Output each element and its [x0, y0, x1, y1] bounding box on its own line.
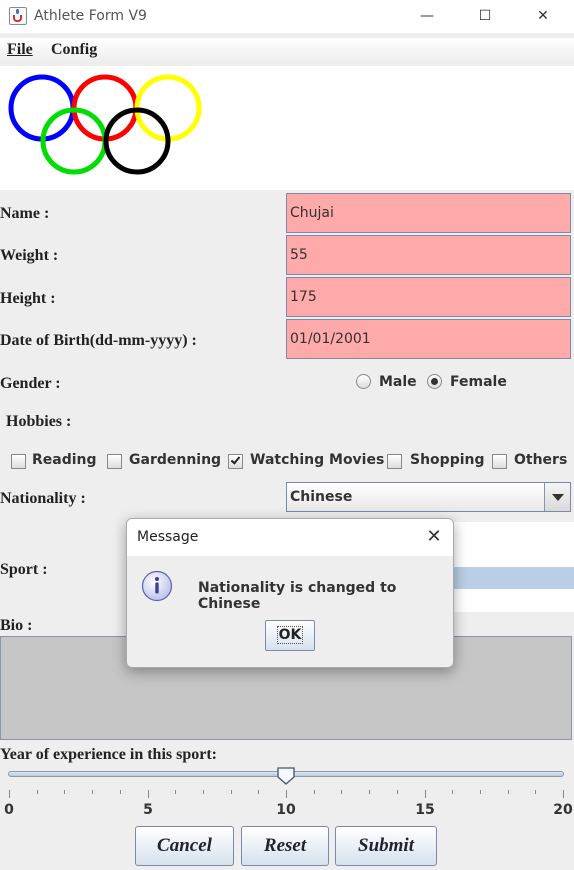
dialog-message: Nationality is changed to Chinese	[198, 580, 397, 612]
message-dialog: Message ✕ Nationality is changed to Chin…	[126, 518, 454, 668]
combo-dropdown-button[interactable]	[544, 483, 570, 511]
window-titlebar[interactable]: Athlete Form V9 — ☐ ✕	[0, 0, 574, 34]
gender-male-label[interactable]: Male	[379, 374, 417, 390]
hobby-shopping-label[interactable]: Shopping	[410, 452, 485, 468]
slider-tick-mark	[231, 790, 232, 794]
slider-tick-mark	[64, 790, 65, 794]
slider-tick-mark	[258, 790, 259, 794]
hobby-shopping-checkbox[interactable]	[387, 454, 402, 469]
menu-config[interactable]: Config	[51, 41, 97, 59]
reset-button[interactable]: Reset	[241, 826, 329, 866]
dialog-title: Message	[137, 529, 199, 545]
slider-tick-mark	[341, 790, 342, 794]
slider-tick-mark	[286, 790, 287, 798]
slider-tick-mark	[120, 790, 121, 794]
minimize-button[interactable]: —	[398, 0, 456, 32]
slider-tick-mark	[92, 790, 93, 794]
gender-male-radio[interactable]	[356, 374, 371, 389]
slider-tick-label: 10	[276, 802, 296, 818]
dob-label: Date of Birth(dd-mm-yyyy) :	[0, 332, 197, 349]
slider-tick-mark	[480, 790, 481, 794]
experience-label: Year of experience in this sport:	[0, 746, 217, 763]
hobby-others-checkbox[interactable]	[492, 454, 507, 469]
slider-tick-mark	[37, 790, 38, 794]
submit-button[interactable]: Submit	[335, 826, 437, 866]
window-title: Athlete Form V9	[34, 8, 147, 24]
slider-tick-mark	[508, 790, 509, 794]
slider-tick-mark	[369, 790, 370, 794]
name-label: Name :	[0, 205, 50, 222]
weight-field[interactable]: 55	[286, 235, 571, 275]
name-field[interactable]: Chujai	[286, 193, 571, 233]
maximize-button[interactable]: ☐	[456, 0, 514, 32]
nationality-label: Nationality :	[0, 490, 86, 507]
hobby-watching-movies-label[interactable]: Watching Movies	[250, 452, 384, 468]
slider-tick-label: 20	[553, 802, 573, 818]
java-app-icon	[9, 7, 27, 25]
slider-tick-label: 5	[143, 802, 153, 818]
gender-label: Gender :	[0, 375, 61, 392]
menu-bar: File Config	[0, 38, 574, 64]
ring-blue	[8, 74, 76, 142]
bio-label: Bio :	[0, 617, 33, 634]
cancel-button[interactable]: Cancel	[135, 826, 234, 866]
nationality-combobox[interactable]: Chinese	[286, 482, 571, 512]
olympic-rings-panel	[0, 66, 574, 190]
dob-field[interactable]: 01/01/2001	[286, 319, 571, 359]
slider-tick-mark	[452, 790, 453, 794]
dialog-close-button[interactable]: ✕	[422, 525, 446, 549]
slider-tick-mark	[535, 790, 536, 794]
slider-tick-mark	[148, 790, 149, 798]
chevron-down-icon	[552, 494, 564, 501]
slider-tick-label: 15	[415, 802, 435, 818]
ok-button[interactable]: OK	[265, 620, 315, 651]
slider-tick-mark	[175, 790, 176, 794]
info-icon	[141, 570, 173, 602]
gender-female-label[interactable]: Female	[450, 374, 507, 390]
dialog-titlebar[interactable]: Message ✕	[127, 519, 453, 556]
close-window-button[interactable]: ✕	[514, 0, 572, 32]
slider-tick-label: 0	[4, 802, 14, 818]
slider-tick-mark	[203, 790, 204, 794]
olympic-rings-logo	[8, 74, 202, 175]
slider-tick-mark	[9, 790, 10, 798]
hobby-reading-label[interactable]: Reading	[32, 452, 97, 468]
checkmark-icon	[230, 454, 241, 465]
hobby-watching-movies-checkbox[interactable]	[228, 454, 243, 469]
hobby-reading-checkbox[interactable]	[11, 454, 26, 469]
gender-female-radio[interactable]	[427, 374, 442, 389]
slider-tick-mark	[397, 790, 398, 794]
weight-label: Weight :	[0, 247, 59, 264]
hobbies-label: Hobbies :	[6, 413, 72, 430]
height-field[interactable]: 175	[286, 277, 571, 317]
slider-tick-mark	[425, 790, 426, 798]
slider-tick-mark	[563, 790, 564, 798]
slider-tick-mark	[314, 790, 315, 794]
height-label: Height :	[0, 290, 56, 307]
hobby-gardenning-label[interactable]: Gardenning	[129, 452, 221, 468]
sport-label: Sport :	[0, 561, 48, 578]
experience-slider-thumb[interactable]	[276, 766, 296, 786]
menu-file[interactable]: File	[7, 41, 33, 59]
hobby-gardenning-checkbox[interactable]	[107, 454, 122, 469]
hobby-others-label[interactable]: Others	[514, 452, 567, 468]
nationality-selected-value: Chinese	[290, 489, 353, 505]
